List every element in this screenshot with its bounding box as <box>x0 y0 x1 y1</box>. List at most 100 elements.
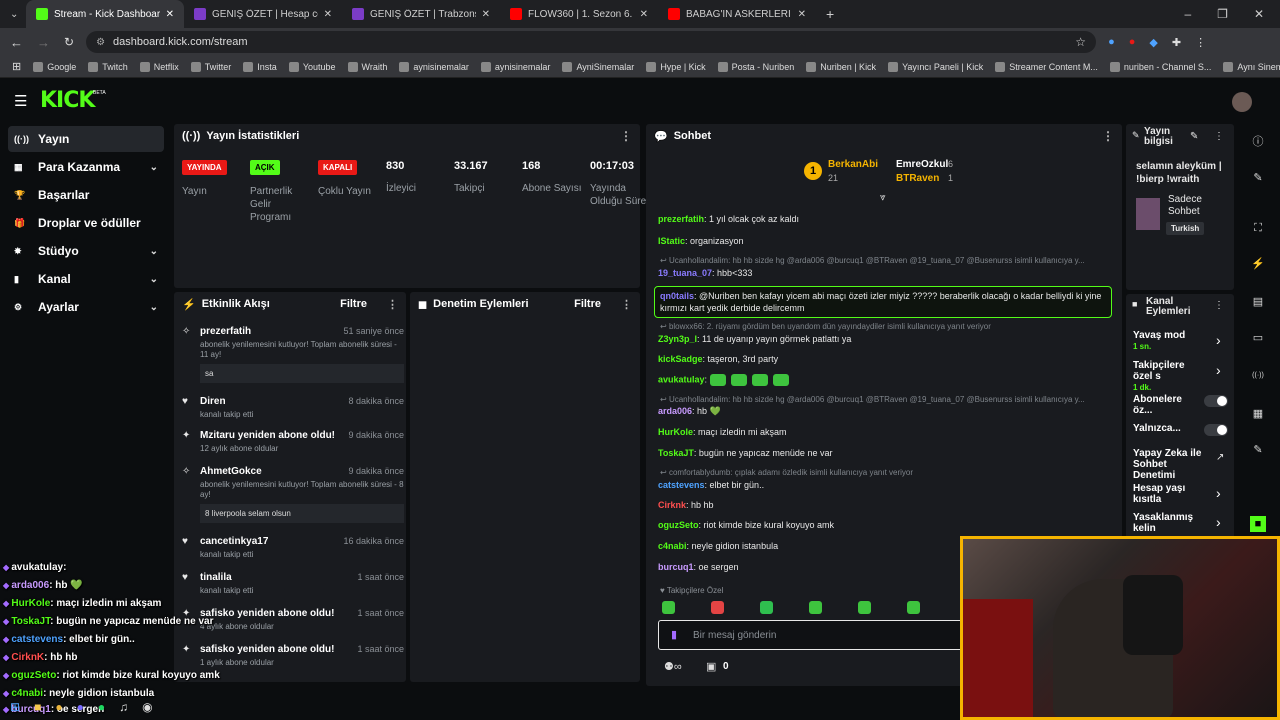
chat-username[interactable]: prezerfatih <box>658 214 704 224</box>
wrench-icon[interactable]: ✎ <box>1250 442 1266 458</box>
sidebar-item[interactable]: ▦ Para Kazanma ⌄ <box>8 154 164 180</box>
chevron-right-icon[interactable]: › <box>1216 485 1221 501</box>
back-icon[interactable]: ← <box>10 35 23 50</box>
channel-action-item[interactable]: Abonelere öz... <box>1133 394 1203 416</box>
chevron-right-icon[interactable]: › <box>1216 514 1221 530</box>
chat-username[interactable]: ToskaJT <box>658 448 694 458</box>
app-icon[interactable]: ♫ <box>119 700 128 714</box>
emote-icon[interactable] <box>907 601 920 614</box>
minimize-icon[interactable]: – <box>1184 7 1191 21</box>
bookmark-item[interactable]: aynisinemalar <box>399 61 469 72</box>
chat-username[interactable]: arda006 <box>658 406 692 416</box>
chat-icon[interactable]: ▭ <box>1250 330 1266 346</box>
chat-username[interactable]: IStatic <box>658 236 685 246</box>
url-field[interactable]: ⚙ dashboard.kick.com/stream ☆ <box>86 31 1097 53</box>
folder-icon[interactable]: ■ <box>34 700 41 714</box>
toggle-switch[interactable] <box>1204 395 1228 407</box>
hamburger-menu-icon[interactable]: ☰ <box>14 92 27 110</box>
chat-username[interactable]: kickSadge <box>658 354 703 364</box>
chat-username[interactable]: qn0tails <box>660 291 694 301</box>
sidebar-item[interactable]: 🎁 Droplar ve ödüller <box>8 210 164 236</box>
tab-close-icon[interactable]: ✕ <box>798 9 806 20</box>
bookmark-item[interactable]: nuriben - Channel S... <box>1109 61 1211 72</box>
chat-username[interactable]: oguzSeto <box>658 520 699 530</box>
emote-icon[interactable] <box>858 601 871 614</box>
extension-icon[interactable]: ● <box>1108 36 1115 49</box>
mic-icon[interactable]: ▮ <box>671 628 677 641</box>
extension-icon[interactable]: ◆ <box>1149 36 1157 49</box>
tab-close-icon[interactable]: ✕ <box>482 9 490 20</box>
top-gifter-name[interactable]: EmreOzkul <box>896 159 948 170</box>
close-window-icon[interactable]: ✕ <box>1254 7 1264 21</box>
channel-action-item[interactable]: Yasaklanmış kelin <box>1133 512 1203 534</box>
chat-username[interactable]: c4nabi <box>658 541 687 551</box>
top-gifter-name[interactable]: BerkanAbi <box>828 159 878 170</box>
chat-username[interactable]: avukatulay <box>658 374 705 384</box>
kick-logo[interactable]: KICK <box>40 88 95 113</box>
chat-username[interactable]: catstevens <box>658 480 705 490</box>
top-gifter-name[interactable]: BTRaven <box>896 173 939 184</box>
tab-close-icon[interactable]: ✕ <box>324 9 332 20</box>
filter-button[interactable]: Filtre <box>340 298 367 310</box>
more-options-icon[interactable]: ⋮ <box>1214 300 1224 311</box>
chat-username[interactable]: HurKole <box>658 427 693 437</box>
browser-tab[interactable]: GENİŞ ÖZET | Trabzonspor 3-3 ... ✕ <box>342 0 500 28</box>
tab-close-icon[interactable]: ✕ <box>640 9 648 20</box>
emote-icon[interactable] <box>662 601 675 614</box>
reload-icon[interactable]: ↻ <box>64 35 74 49</box>
more-options-icon[interactable]: ⋮ <box>387 298 398 311</box>
extension-icon[interactable]: ● <box>1129 36 1136 49</box>
emote-icon[interactable] <box>760 601 773 614</box>
emote-icon[interactable] <box>711 601 724 614</box>
bookmark-item[interactable]: Wraith <box>347 61 387 72</box>
tab-close-icon[interactable]: ✕ <box>166 9 174 20</box>
reply-context[interactable]: ↩ Ucanhollandalim: hb hb sizde hg @arda0… <box>660 395 1085 404</box>
more-options-icon[interactable]: ⋮ <box>621 298 632 311</box>
bookmark-item[interactable]: AyniSinemalar <box>562 61 634 72</box>
apps-grid-icon[interactable]: ⊞ <box>12 60 21 73</box>
reply-context[interactable]: ↩ blowxx66: 2. rüyamı gördüm ben uyandom… <box>660 322 991 331</box>
users-icon[interactable]: ⚉∞ <box>664 660 682 673</box>
reply-context[interactable]: ↩ Ucanhollandalim: hb hb sizde hg @arda0… <box>660 256 1085 265</box>
bookmark-item[interactable]: Hype | Kick <box>646 61 706 72</box>
sidebar-item[interactable]: ⚙ Ayarlar ⌄ <box>8 294 164 320</box>
bookmark-item[interactable]: Streamer Content M... <box>995 61 1098 72</box>
menu-icon[interactable]: ⋮ <box>1195 36 1206 49</box>
external-link-icon[interactable]: ↗ <box>1216 452 1224 463</box>
chat-username[interactable]: Cirknk <box>658 500 686 510</box>
maximize-icon[interactable]: ❐ <box>1217 7 1228 21</box>
channel-action-item[interactable]: Takipçilere özel s1 dk. <box>1133 360 1203 393</box>
app-icon[interactable]: ■ <box>1250 516 1266 532</box>
browser-tab[interactable]: BABAG'IN ASKERLERİ 113'ÜN P... ✕ <box>658 0 816 28</box>
channel-action-item[interactable]: Yavaş mod 1 sn. <box>1133 330 1203 352</box>
bookmark-item[interactable]: Yayıncı Paneli | Kick <box>888 61 983 72</box>
info-icon[interactable]: ⓘ <box>1250 134 1266 150</box>
broadcast-icon[interactable]: ((·)) <box>1250 368 1266 384</box>
bookmark-item[interactable]: Nuriben | Kick <box>806 61 876 72</box>
gift-icon[interactable]: ▣ <box>706 660 716 673</box>
scroll-down-icon[interactable]: ⩔ <box>880 192 886 203</box>
clipboard-icon[interactable]: ▤ <box>1250 294 1266 310</box>
bookmark-item[interactable]: Aynı Sinemalar - Ça... <box>1223 61 1280 72</box>
bookmark-item[interactable]: aynisinemalar <box>480 61 550 72</box>
bookmark-item[interactable]: Google <box>33 61 76 72</box>
bookmark-star-icon[interactable]: ☆ <box>1075 35 1086 49</box>
bookmark-item[interactable]: Netflix <box>139 61 179 72</box>
bookmark-item[interactable]: Twitch <box>88 61 128 72</box>
language-tag[interactable]: Turkish <box>1166 222 1205 235</box>
sidebar-item[interactable]: 🏆 Başarılar <box>8 182 164 208</box>
edit-icon[interactable]: ✎ <box>1250 170 1266 186</box>
new-tab-button[interactable]: + <box>816 0 844 28</box>
reply-context[interactable]: ↩ comfortablydumb: çıplak adamı özledik … <box>660 468 913 477</box>
chat-username[interactable]: 19_tuana_07 <box>658 268 712 278</box>
expand-icon[interactable]: ⛶ <box>1250 220 1266 236</box>
more-options-icon[interactable]: ⋮ <box>620 129 632 143</box>
edit-icon[interactable]: ✎ <box>1190 131 1198 142</box>
windows-start-icon[interactable]: ⊞ <box>10 700 20 714</box>
channel-action-item[interactable]: Yapay Zeka ile Sohbet Denetimi <box>1133 448 1203 481</box>
filter-button[interactable]: Filtre <box>574 298 601 310</box>
sidebar-item[interactable]: ((·)) Yayın <box>8 126 164 152</box>
chevron-down-icon[interactable]: ⌄ <box>150 302 158 313</box>
lightning-icon[interactable]: ⚡ <box>1250 256 1266 272</box>
monitor-icon[interactable]: ▦ <box>1250 406 1266 422</box>
